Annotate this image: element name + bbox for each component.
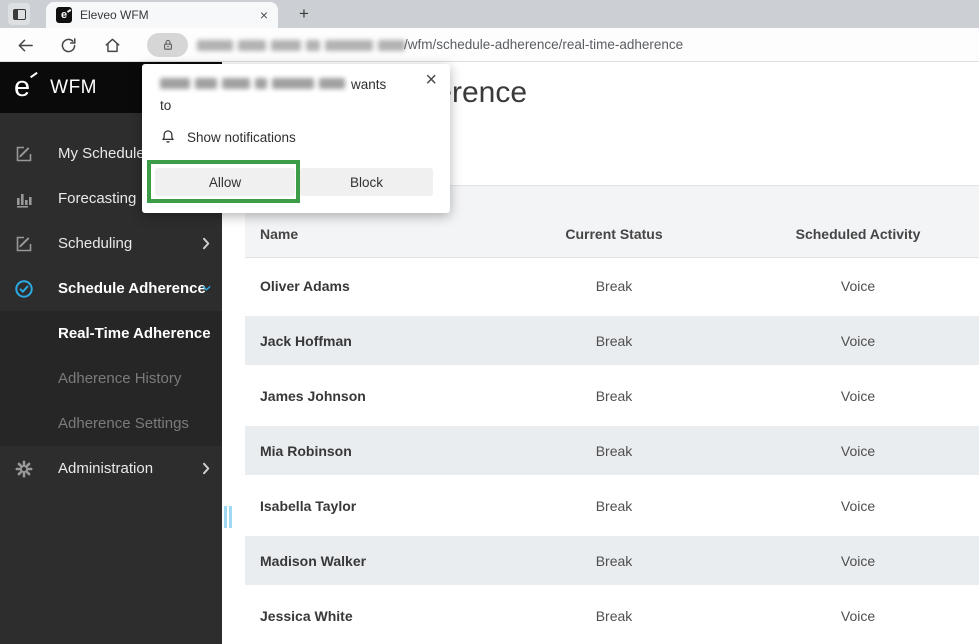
tab-close-icon[interactable]: × bbox=[260, 8, 268, 22]
close-icon[interactable]: × bbox=[425, 70, 437, 90]
agent-name: Oliver Adams bbox=[245, 278, 491, 294]
browser-tab[interactable]: e Eleveo WFM × bbox=[46, 2, 278, 28]
sidebar-item-real-time-adherence[interactable]: Real-Time Adherence bbox=[0, 311, 222, 356]
sidebar-item-label: Forecasting bbox=[58, 190, 136, 207]
current-status: Break bbox=[491, 388, 737, 404]
permission-request-text: wants to bbox=[160, 74, 400, 116]
current-status: Break bbox=[491, 498, 737, 514]
scheduled-activity: Voice bbox=[737, 553, 979, 569]
adherence-table: NameCurrent StatusScheduled Activity Oli… bbox=[245, 185, 979, 643]
table-row: Mia Robinson Break Voice bbox=[245, 423, 979, 478]
sidebar-item-scheduling[interactable]: Scheduling bbox=[0, 221, 222, 266]
browser-toolbar: /wfm/schedule-adherence/real-time-adhere… bbox=[0, 28, 979, 62]
scheduled-activity: Voice bbox=[737, 333, 979, 349]
column-header: Scheduled Activity bbox=[737, 226, 979, 242]
tab-layout-icon bbox=[13, 9, 26, 20]
notification-permission-popup: wants to × Show notifications Allow Bloc… bbox=[142, 64, 450, 213]
screen: e Eleveo WFM × + /wfm/schedule-adherence… bbox=[0, 0, 979, 644]
sidebar-item-schedule-adherence[interactable]: Schedule Adherence bbox=[0, 266, 222, 311]
lock-icon bbox=[161, 38, 175, 52]
back-icon[interactable] bbox=[13, 33, 37, 57]
new-tab-button[interactable]: + bbox=[294, 4, 314, 24]
eleveo-logo-icon: e bbox=[14, 73, 38, 102]
compose-icon bbox=[12, 234, 36, 254]
redacted-domain-blur bbox=[160, 78, 345, 89]
column-header: Current Status bbox=[491, 226, 737, 242]
gear-icon bbox=[12, 459, 36, 479]
app-brand: WFM bbox=[50, 77, 97, 99]
bell-icon bbox=[159, 128, 177, 146]
sidebar-item-label: Scheduling bbox=[58, 235, 132, 252]
current-status: Break bbox=[491, 443, 737, 459]
block-button[interactable]: Block bbox=[300, 168, 433, 196]
sidebar-item-adherence-history[interactable]: Adherence History bbox=[0, 356, 222, 401]
sidebar-item-administration[interactable]: Administration bbox=[0, 446, 222, 491]
check-circle-icon bbox=[12, 279, 36, 299]
allow-button[interactable]: Allow bbox=[155, 168, 295, 196]
sidebar-item-label: My Schedule bbox=[58, 145, 145, 162]
sidebar-item-label: Schedule Adherence bbox=[58, 280, 206, 297]
redacted-url-domain bbox=[197, 40, 405, 51]
scheduled-activity: Voice bbox=[737, 608, 979, 624]
chevron-right-icon bbox=[202, 237, 211, 250]
column-header: Name bbox=[245, 226, 491, 242]
scheduled-activity: Voice bbox=[737, 388, 979, 404]
table-row: Oliver Adams Break Voice bbox=[245, 258, 979, 313]
browser-tabstrip: e Eleveo WFM × + bbox=[0, 0, 979, 28]
site-security-button[interactable] bbox=[147, 33, 188, 57]
table-row: Jack Hoffman Break Voice bbox=[245, 313, 979, 368]
sidebar-resize-handle[interactable] bbox=[224, 506, 232, 528]
sidebar-item-label: Administration bbox=[58, 460, 153, 477]
table-row: Isabella Taylor Break Voice bbox=[245, 478, 979, 533]
permission-label: Show notifications bbox=[187, 130, 296, 145]
scheduled-activity: Voice bbox=[737, 278, 979, 294]
schedule-adherence-submenu: Real-Time Adherence Adherence History Ad… bbox=[0, 311, 222, 446]
agent-name: Mia Robinson bbox=[245, 443, 491, 459]
compose-icon bbox=[12, 144, 36, 164]
table-row: Jessica White Break Voice bbox=[245, 588, 979, 643]
current-status: Break bbox=[491, 278, 737, 294]
bar-chart-icon bbox=[12, 189, 36, 209]
sidebar-item-label: Adherence Settings bbox=[58, 415, 189, 432]
tab-title: Eleveo WFM bbox=[80, 8, 252, 22]
agent-name: Madison Walker bbox=[245, 553, 491, 569]
permission-item: Show notifications bbox=[159, 128, 296, 146]
table-row: Madison Walker Break Voice bbox=[245, 533, 979, 588]
agent-name: Jessica White bbox=[245, 608, 491, 624]
sidebar-item-label: Real-Time Adherence bbox=[58, 325, 211, 342]
chevron-right-icon bbox=[202, 462, 211, 475]
agent-name: Jack Hoffman bbox=[245, 333, 491, 349]
url-path[interactable]: /wfm/schedule-adherence/real-time-adhere… bbox=[404, 28, 683, 61]
chevron-down-icon bbox=[202, 282, 211, 295]
current-status: Break bbox=[491, 608, 737, 624]
agent-name: Isabella Taylor bbox=[245, 498, 491, 514]
sidebar-item-label: Adherence History bbox=[58, 370, 181, 387]
scheduled-activity: Voice bbox=[737, 443, 979, 459]
table-body: Oliver Adams Break Voice Jack Hoffman Br… bbox=[245, 258, 979, 643]
scheduled-activity: Voice bbox=[737, 498, 979, 514]
table-row: James Johnson Break Voice bbox=[245, 368, 979, 423]
refresh-icon[interactable] bbox=[56, 33, 80, 57]
sidebar-item-adherence-settings[interactable]: Adherence Settings bbox=[0, 401, 222, 446]
agent-name: James Johnson bbox=[245, 388, 491, 404]
current-status: Break bbox=[491, 333, 737, 349]
eleveo-favicon-icon: e bbox=[56, 7, 72, 23]
tab-actions-button[interactable] bbox=[8, 3, 30, 25]
home-icon[interactable] bbox=[100, 33, 124, 57]
current-status: Break bbox=[491, 553, 737, 569]
